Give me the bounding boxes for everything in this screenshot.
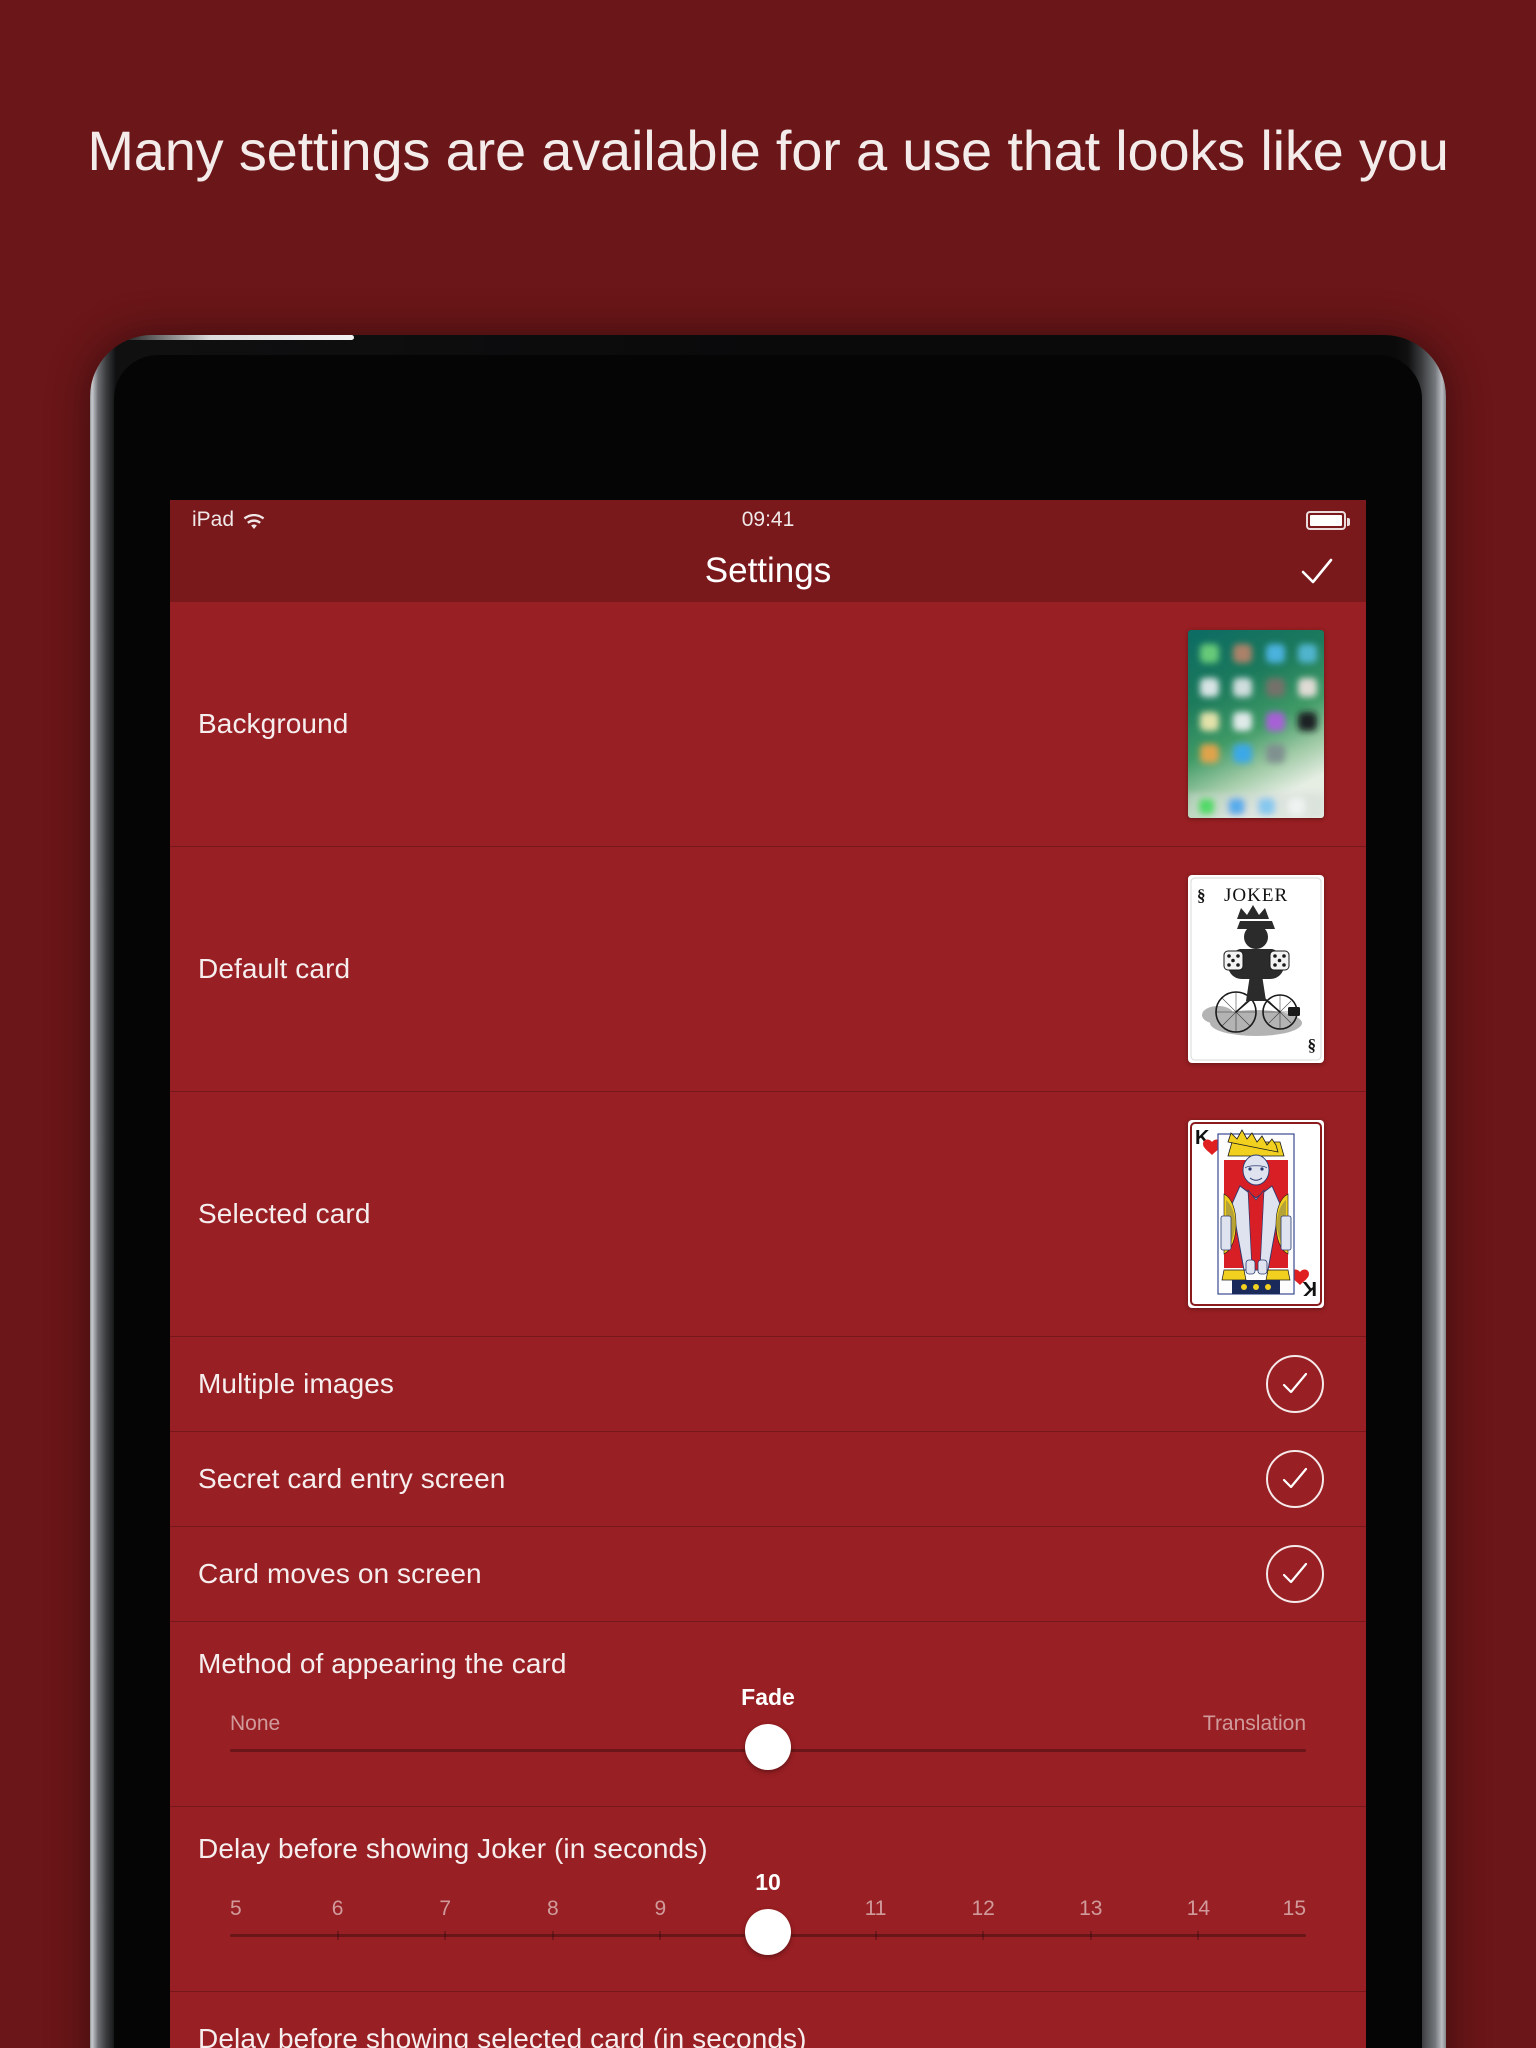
svg-text:JOKER: JOKER — [1224, 885, 1288, 906]
settings-row-appear-method[interactable]: Method of appearing the card None Transl… — [170, 1622, 1366, 1807]
settings-row-default-card[interactable]: Default card JOKER § § — [170, 847, 1366, 1092]
settings-row-selected-card-delay[interactable]: Delay before showing selected card (in s… — [170, 1992, 1366, 2048]
screenshot-root: Many settings are available for a use th… — [0, 0, 1536, 2048]
checkmark-circle-icon[interactable] — [1266, 1545, 1324, 1603]
row-label: Selected card — [198, 1198, 371, 1229]
navigation-bar: Settings — [170, 540, 1366, 602]
settings-list: Background Default card JOKER § § Select… — [170, 602, 1366, 2048]
slider-tick: 9 — [654, 1897, 667, 1920]
wallpaper-thumbnail[interactable] — [1188, 630, 1324, 818]
settings-row-multiple-images[interactable]: Multiple images — [170, 1337, 1366, 1432]
slider-value-label: Fade — [741, 1684, 795, 1710]
slider-tick: 14 — [1186, 1897, 1211, 1920]
row-label: Default card — [198, 953, 351, 984]
row-label: Background — [198, 708, 349, 739]
slider-tick: 8 — [546, 1897, 559, 1920]
settings-row-selected-card[interactable]: Selected card K K — [170, 1092, 1366, 1337]
bezel-highlight — [114, 335, 354, 340]
settings-row-joker-delay[interactable]: Delay before showing Joker (in seconds) … — [170, 1807, 1366, 1992]
page-title: Many settings are available for a use th… — [87, 119, 1449, 182]
checkmark-circle-icon[interactable] — [1266, 1450, 1324, 1508]
settings-row-card-moves-on-screen[interactable]: Card moves on screen — [170, 1527, 1366, 1622]
row-label: Multiple images — [198, 1368, 395, 1399]
slider-value-label: 10 — [755, 1869, 781, 1895]
joker-card-thumbnail[interactable]: JOKER § § — [1188, 875, 1324, 1063]
slider-tick: 12 — [971, 1897, 995, 1920]
svg-text:§: § — [1308, 1037, 1317, 1056]
appear-method-slider[interactable]: None Translation Fade — [230, 1684, 1306, 1772]
svg-text:§: § — [1197, 886, 1206, 905]
checkmark-circle-icon[interactable] — [1266, 1355, 1324, 1413]
status-bar-time: 09:41 — [741, 508, 795, 531]
row-label: Secret card entry screen — [198, 1463, 506, 1494]
slider-thumb[interactable] — [745, 1724, 791, 1770]
row-label: Method of appearing the card — [198, 1648, 567, 1679]
row-label: Delay before showing Joker (in seconds) — [198, 1833, 708, 1864]
status-bar-right — [1306, 510, 1350, 530]
status-bar: iPad 09:41 — [170, 500, 1366, 540]
slider-tick: 6 — [331, 1897, 344, 1920]
king-of-hearts-card-thumbnail[interactable]: K K — [1188, 1120, 1324, 1308]
row-label: Card moves on screen — [198, 1558, 482, 1589]
slider-tick: None — [230, 1712, 281, 1735]
settings-row-background[interactable]: Background — [170, 602, 1366, 847]
slider-tick: 11 — [864, 1897, 887, 1920]
slider-tick: 15 — [1282, 1897, 1306, 1920]
slider-tick: Translation — [1202, 1712, 1306, 1735]
slider-thumb[interactable] — [745, 1909, 791, 1955]
slider-tick: 7 — [439, 1897, 452, 1920]
slider-tick: 5 — [230, 1897, 242, 1920]
app-screen: iPad 09:41 Settings Background Default c… — [170, 500, 1366, 2048]
slider-tick: 13 — [1079, 1897, 1103, 1920]
settings-row-secret-card-entry-screen[interactable]: Secret card entry screen — [170, 1432, 1366, 1527]
nav-title: Settings — [704, 551, 832, 590]
battery-full-icon — [1306, 510, 1350, 530]
row-label: Delay before showing selected card (in s… — [198, 2023, 807, 2048]
joker-delay-slider[interactable]: 5 6 7 8 9 11 12 13 14 15 10 — [230, 1869, 1306, 1957]
done-checkmark-icon[interactable] — [1298, 552, 1336, 590]
